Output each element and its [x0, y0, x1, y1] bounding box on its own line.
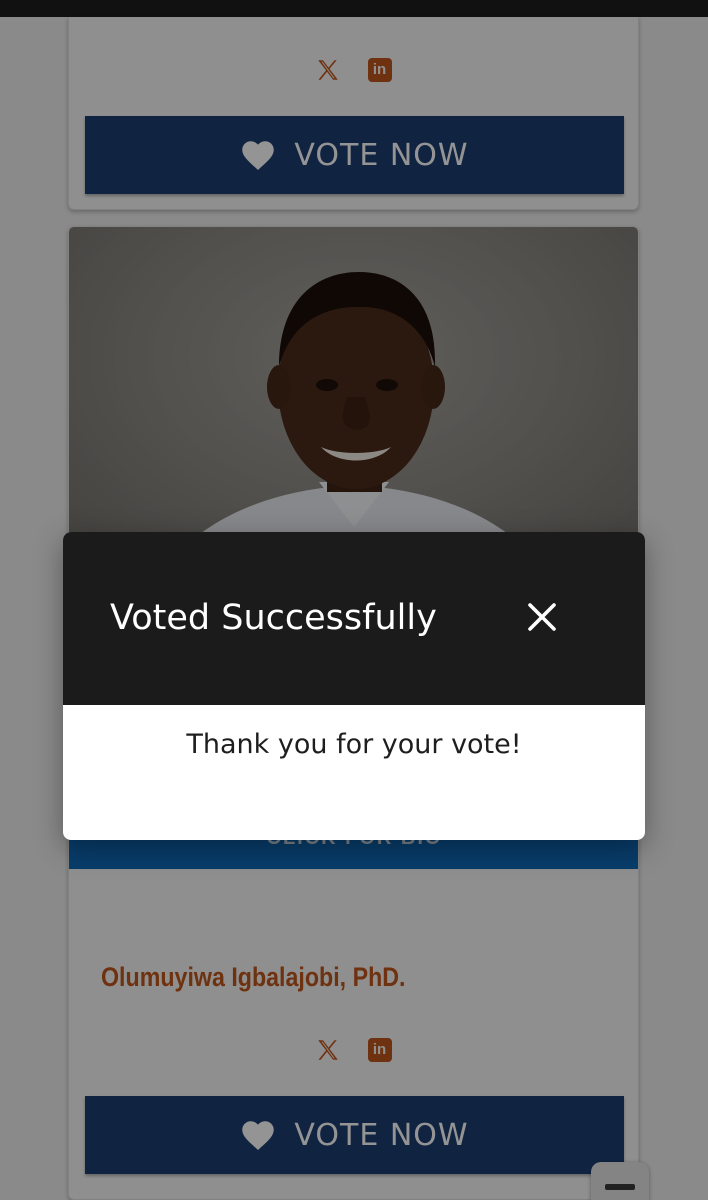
close-icon[interactable]: [524, 599, 560, 635]
status-bar: [0, 0, 708, 17]
vote-success-dialog: Voted Successfully Thank you for your vo…: [63, 532, 645, 840]
dialog-title: Voted Successfully: [110, 598, 437, 638]
dialog-header: Voted Successfully: [63, 532, 645, 705]
dialog-message: Thank you for your vote!: [186, 729, 522, 760]
dialog-body: Thank you for your vote!: [63, 705, 645, 840]
